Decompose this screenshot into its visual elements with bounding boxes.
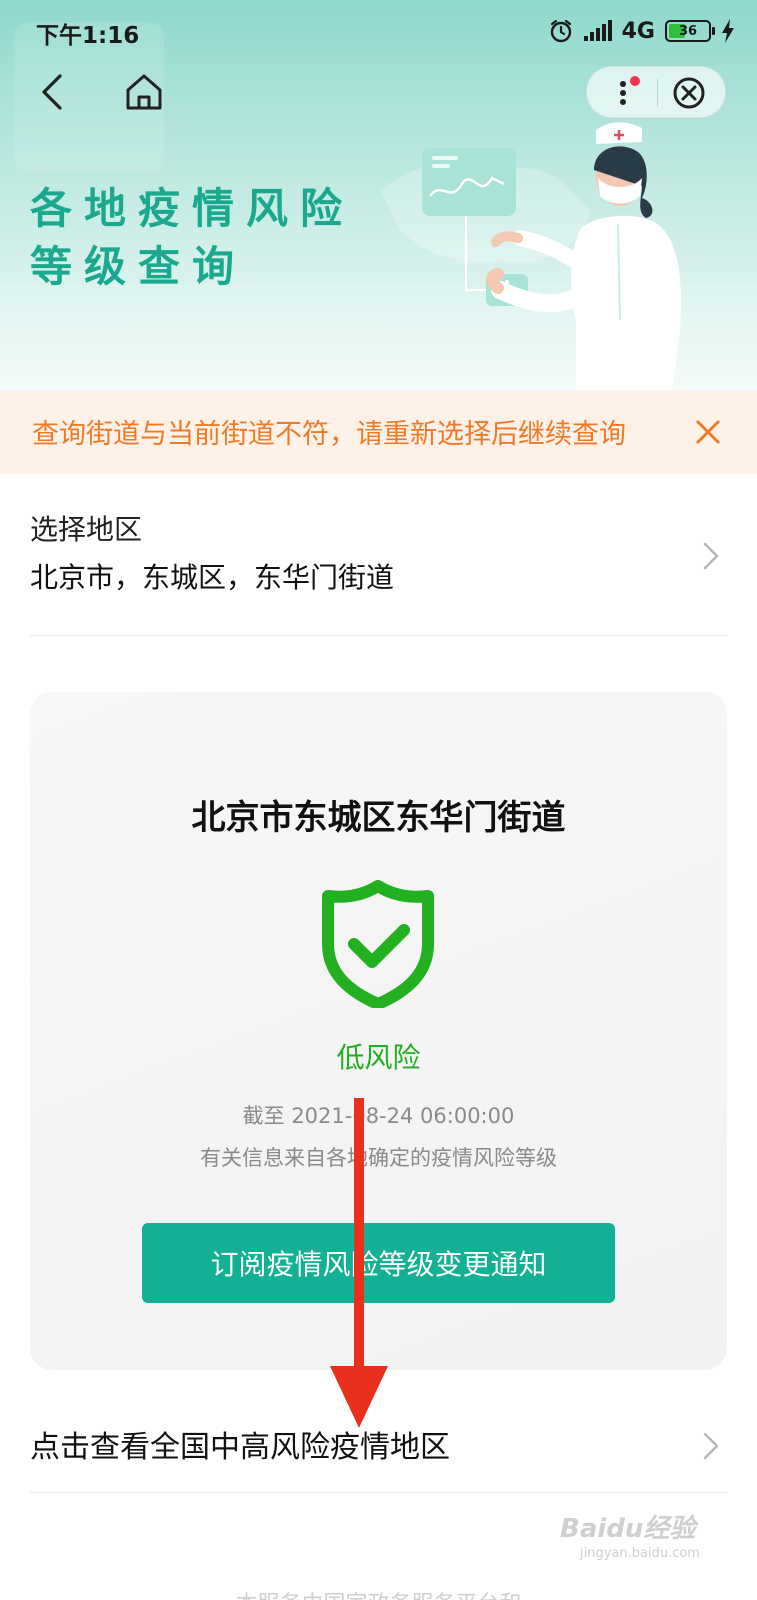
data-source-note: 有关信息来自各地确定的疫情风险等级: [200, 1146, 557, 1170]
chevron-right-icon: [703, 1432, 719, 1460]
national-link-label: 点击查看全国中高风险疫情地区: [30, 1430, 450, 1465]
page-title: 各地疫情风险 等级查询: [30, 180, 354, 296]
back-icon[interactable]: [34, 70, 74, 114]
capsule-divider: [657, 79, 658, 107]
chevron-right-icon: [703, 542, 719, 570]
nurse-illustration: [380, 122, 681, 392]
close-icon[interactable]: [690, 414, 726, 450]
mini-program-capsule: [586, 66, 726, 118]
region-value: 北京市，东城区，东华门街道: [30, 561, 395, 594]
hero-banner: 下午1:16 4G 36 各地疫情风险 等级查询: [0, 0, 757, 392]
more-icon[interactable]: [605, 73, 645, 113]
baidu-watermark: Baidu经验 jingyan.baidu.com: [560, 1508, 720, 1568]
signal-icon: [583, 20, 612, 41]
alarm-icon: [550, 19, 571, 43]
charging-icon: [722, 19, 734, 43]
status-time: 下午1:16: [36, 23, 140, 49]
risk-card: 北京市东城区东华门街道 低风险 截至 2021-08-24 06:00:00 有…: [30, 692, 727, 1370]
region-label: 选择地区: [30, 513, 143, 546]
mismatch-warning-bar: 查询街道与当前街道不符，请重新选择后继续查询: [0, 390, 757, 474]
risk-area-title: 北京市东城区东华门街道: [191, 798, 566, 838]
battery-icon: 36: [665, 20, 715, 42]
warning-text: 查询街道与当前街道不符，请重新选择后继续查询: [32, 419, 626, 450]
region-selector[interactable]: 选择地区 北京市，东城区，东华门街道: [30, 500, 727, 624]
divider: [30, 635, 727, 636]
close-circle-icon[interactable]: [669, 73, 709, 113]
page-title-line2: 等级查询: [30, 242, 247, 291]
home-icon[interactable]: [122, 70, 166, 114]
network-label: 4G: [621, 18, 655, 44]
divider: [30, 1492, 727, 1493]
watermark-brand: Baidu经验: [560, 1514, 696, 1544]
watermark-url: jingyan.baidu.com: [580, 1546, 700, 1561]
subscribe-button[interactable]: 订阅疫情风险等级变更通知: [142, 1223, 615, 1303]
cutoff-time: 截至 2021-08-24 06:00:00: [242, 1104, 515, 1128]
status-icons: 4G 36: [548, 16, 735, 46]
battery-level: 36: [678, 23, 698, 39]
shield-check-icon: [322, 880, 434, 1008]
national-risk-areas-link[interactable]: 点击查看全国中高风险疫情地区: [30, 1400, 727, 1490]
page-title-line1: 各地疫情风险: [30, 184, 355, 233]
status-bar: 下午1:16 4G 36: [0, 0, 757, 64]
risk-level: 低风险: [336, 1041, 421, 1074]
footer-text: 本服务由国家政务服务平台和: [0, 1586, 757, 1600]
